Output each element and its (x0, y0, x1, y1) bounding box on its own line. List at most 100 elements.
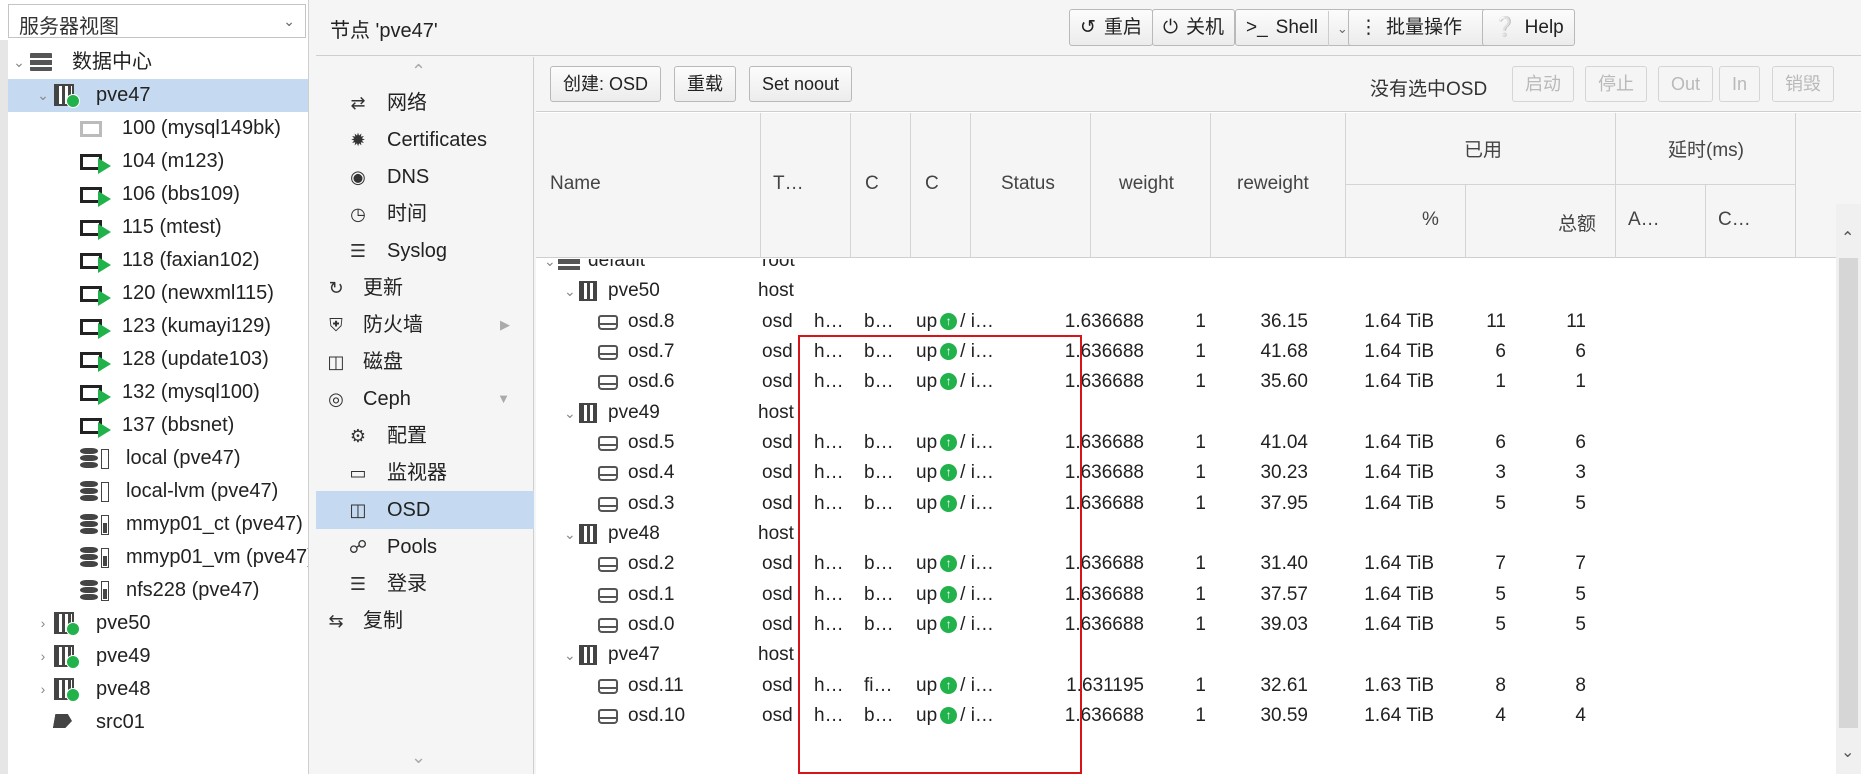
tree-vm[interactable]: 132 (mysql100) (8, 376, 308, 409)
osd-panel: 创建: OSD 重载 Set noout 没有选中OSD 启动 停止 Out I… (536, 57, 1861, 774)
tree-node[interactable]: › pve49 (8, 640, 308, 673)
col-name[interactable]: Name (536, 113, 761, 258)
col-group-used: 已用 (1346, 113, 1616, 185)
nav-item-network[interactable]: ⇄ 网络 (316, 84, 534, 122)
nav-item-log[interactable]: ☰ 登录 (316, 565, 534, 603)
grid-scrollbar[interactable]: ⌃ ⌄ (1836, 204, 1861, 774)
arrow-up-circle-icon: ↑ (940, 586, 958, 604)
node-online-icon (54, 612, 80, 636)
tree-storage[interactable]: mmyp01_ct (pve47) (8, 508, 308, 541)
in-button[interactable]: In (1719, 66, 1761, 102)
chevron-down-icon[interactable]: ⌄ (36, 79, 50, 112)
nav-item-pools[interactable]: ☍ Pools (316, 528, 534, 566)
tree-vm[interactable]: 137 (bbsnet) (8, 409, 308, 442)
row-status: up (916, 614, 938, 635)
nav-item-ceph[interactable]: ◎ Ceph ▼ (316, 380, 534, 418)
nav-item-monitor[interactable]: ▭ 监视器 (316, 454, 534, 492)
chevron-right-icon[interactable]: › (36, 673, 50, 706)
col-label: 已用 (1464, 140, 1503, 161)
tree-label: mmyp01_ct (pve47) (126, 513, 303, 535)
tree-vm[interactable]: 104 (m123) (8, 145, 308, 178)
tree-node-pve47[interactable]: ⌄ pve47 (8, 79, 308, 112)
chevron-up-icon[interactable]: ⌃ (1841, 228, 1854, 248)
nav-item-firewall[interactable]: ⛨ 防火墙 ▶ (316, 306, 534, 344)
scroll-down-icon[interactable]: ⌄ (411, 747, 426, 768)
nav-item-time[interactable]: ◷ 时间 (316, 195, 534, 233)
tree-node[interactable]: › pve48 (8, 673, 308, 706)
destroy-button[interactable]: 销毁 (1772, 66, 1834, 102)
chevron-down-icon[interactable]: ⌄ (1841, 742, 1854, 762)
row-status-in: / i… (960, 341, 994, 362)
arrow-up-circle-icon: ↑ (940, 707, 958, 725)
shutdown-button[interactable]: ⏻ 关机 (1152, 9, 1236, 46)
reload-button[interactable]: 重载 (674, 66, 736, 102)
nav-item-syslog[interactable]: ☰ Syslog (316, 232, 534, 270)
tree-storage[interactable]: local (pve47) (8, 442, 308, 475)
tree-vm[interactable]: 120 (newxml115) (8, 277, 308, 310)
chevron-right-icon[interactable]: › (36, 640, 50, 673)
tree-label: 132 (mysql100) (122, 381, 260, 403)
col-class-2[interactable]: C (911, 113, 971, 258)
chevron-right-icon[interactable]: ▶ (500, 306, 510, 344)
nav-item-disks[interactable]: ◫ 磁盘 (316, 343, 534, 381)
col-class[interactable]: C (851, 113, 911, 258)
col-latency-commit[interactable]: C… (1706, 185, 1796, 258)
start-button[interactable]: 启动 (1512, 66, 1574, 102)
tree-label: 数据中心 (72, 51, 152, 73)
col-label: Status (1001, 173, 1055, 194)
row-status-in: / i… (960, 614, 994, 635)
tree-vm[interactable]: 128 (update103) (8, 343, 308, 376)
col-label: Name (550, 173, 601, 194)
tree-vm[interactable]: 118 (faxian102) (8, 244, 308, 277)
col-reweight[interactable]: reweight (1211, 113, 1346, 258)
col-weight[interactable]: weight (1091, 113, 1211, 258)
nav-label: 网络 (387, 92, 427, 114)
chevron-down-icon[interactable]: ⌄ (12, 46, 26, 79)
hdd-icon (598, 436, 618, 451)
tree-storage[interactable]: local-lvm (pve47) (8, 475, 308, 508)
tree-vm[interactable]: 106 (bbs109) (8, 178, 308, 211)
nav-item-replication[interactable]: ⇆ 复制 (316, 602, 534, 640)
scroll-up-icon[interactable]: ⌃ (411, 61, 426, 82)
nav-item-osd[interactable]: ◫ OSD (316, 491, 534, 529)
nav-item-dns[interactable]: ◉ DNS (316, 158, 534, 196)
stop-button[interactable]: 停止 (1585, 66, 1647, 102)
row-status-in: / i… (960, 553, 994, 574)
chevron-down-icon[interactable]: ▼ (497, 380, 510, 418)
col-type[interactable]: T… (761, 113, 851, 258)
tree-vm[interactable]: 123 (kumayi129) (8, 310, 308, 343)
col-label: reweight (1237, 173, 1309, 194)
osd-row[interactable]: osd.10 osd h… b… up ↑ / i… 1.636688 1 30.59 1.64 T… (536, 698, 1836, 734)
tree-node[interactable]: › pve50 (8, 607, 308, 640)
set-noout-button[interactable]: Set noout (749, 66, 853, 102)
out-button[interactable]: Out (1658, 66, 1714, 102)
chevron-right-icon[interactable]: › (36, 607, 50, 640)
nav-item-config[interactable]: ⚙ 配置 (316, 417, 534, 455)
tree-label: 120 (newxml115) (122, 282, 274, 304)
col-used-pct[interactable]: % (1346, 185, 1466, 258)
shell-button[interactable]: >_ Shell ⌄ (1235, 9, 1359, 46)
tree-vm[interactable]: 115 (mtest) (8, 211, 308, 244)
reboot-button[interactable]: ↺ 重启 (1069, 9, 1153, 46)
tree-datacenter[interactable]: ⌄ 数据中心 (8, 46, 308, 79)
tree-vm[interactable]: 100 (mysql149bk) (8, 112, 308, 145)
create-osd-button[interactable]: 创建: OSD (550, 66, 662, 102)
tree-pool[interactable]: src01 (8, 706, 308, 739)
bulk-actions-button[interactable]: ⋮批量操作⌄ (1348, 9, 1502, 46)
tree-scrollbar[interactable] (0, 40, 8, 774)
tree-label: nfs228 (pve47) (126, 579, 260, 601)
help-button[interactable]: ❔ Help (1482, 9, 1575, 46)
tree-storage[interactable]: mmyp01_vm (pve47) (8, 541, 308, 574)
col-used-total[interactable]: 总额 (1466, 185, 1616, 258)
nav-item-certificates[interactable]: ✹ Certificates (316, 121, 534, 159)
tree-storage[interactable]: nfs228 (pve47) (8, 574, 308, 607)
col-status[interactable]: Status (971, 113, 1091, 258)
chevron-down-icon[interactable]: ⌄ (283, 13, 295, 30)
tree-label: pve48 (96, 678, 151, 700)
col-latency-apply[interactable]: A… (1616, 185, 1706, 258)
view-selector[interactable]: 服务器视图 ⌄ (8, 4, 306, 38)
chevron-down-icon[interactable]: ⌄ (1327, 11, 1348, 46)
scrollbar-thumb[interactable] (1839, 258, 1858, 728)
nav-item-updates[interactable]: ↻ 更新 (316, 269, 534, 307)
arrow-up-circle-icon: ↑ (940, 616, 958, 634)
